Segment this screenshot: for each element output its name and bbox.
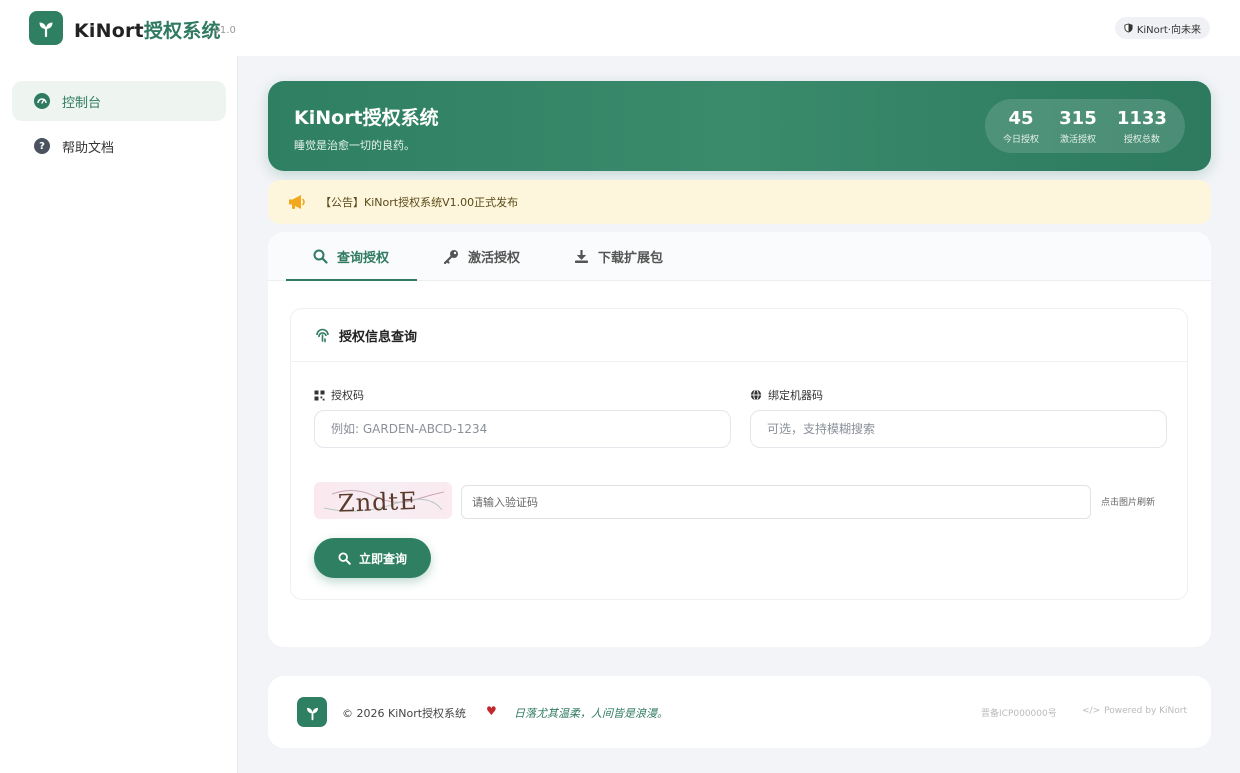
stat-label: 授权总数 xyxy=(1123,134,1160,145)
query-submit-label: 立即查询 xyxy=(358,551,407,566)
sidebar-item-label: 帮助文档 xyxy=(62,140,115,156)
stat-total: 1133 授权总数 xyxy=(1117,108,1167,145)
stat-value: 1133 xyxy=(1116,107,1167,129)
hero-title: KiNort授权系统 xyxy=(294,107,439,129)
captcha-refresh-hint: 点击图片刷新 xyxy=(1101,498,1156,508)
footer-logo-icon xyxy=(297,697,327,727)
search-icon xyxy=(338,551,351,565)
tab-query[interactable]: 查询授权 xyxy=(313,232,389,281)
hero-banner: KiNort授权系统 睡觉是治愈一切的良药。 45 今日授权 315 激活授权 … xyxy=(268,81,1211,171)
stat-value: 45 xyxy=(1008,107,1034,129)
top-badge[interactable]: KiNort·向未来 xyxy=(1114,17,1210,39)
footer-slogan: 日落尤其温柔，人间皆是浪漫。 xyxy=(514,707,668,720)
version-label: v1.0 xyxy=(214,25,236,36)
brand-title[interactable]: KiNort授权系统 xyxy=(74,16,221,43)
auth-code-input[interactable] xyxy=(314,410,731,448)
tab-label: 激活授权 xyxy=(468,251,521,266)
tab-bar: 查询授权 激活授权 下载扩展包 xyxy=(268,232,1211,281)
tab-label: 下载扩展包 xyxy=(598,251,664,266)
stats-pill: 45 今日授权 315 激活授权 1133 授权总数 xyxy=(985,99,1185,153)
stat-today: 45 今日授权 xyxy=(1003,108,1039,145)
sidebar-item-help[interactable]: ? 帮助文档 xyxy=(12,126,226,166)
search-icon xyxy=(313,249,328,264)
captcha-input[interactable] xyxy=(461,485,1091,519)
captcha-image[interactable]: ZndtE xyxy=(314,482,452,519)
auth-code-label-text: 授权码 xyxy=(331,389,364,402)
key-icon xyxy=(443,250,458,264)
top-bar: KiNort授权系统 v1.0 KiNort·向未来 xyxy=(0,0,1240,56)
fingerprint-icon xyxy=(316,328,329,342)
megaphone-icon xyxy=(289,195,305,209)
dashboard-icon xyxy=(34,93,50,109)
shield-icon xyxy=(1124,23,1133,33)
stat-label: 今日授权 xyxy=(1003,134,1040,145)
hero-subtitle: 睡觉是治愈一切的良药。 xyxy=(294,139,415,152)
logo-icon[interactable] xyxy=(29,11,63,45)
sidebar: 控制台 ? 帮助文档 xyxy=(0,56,238,773)
globe-icon xyxy=(750,389,762,401)
machine-code-label: 绑定机器码 xyxy=(750,387,823,403)
query-submit-button[interactable]: 立即查询 xyxy=(314,538,431,578)
main-card: 查询授权 激活授权 下载扩展包 授权信息查询 授权码 绑定机器码 xyxy=(268,232,1211,647)
code-icon: </> xyxy=(1082,706,1101,716)
notice-bar: 【公告】KiNort授权系统V1.00正式发布 xyxy=(268,180,1211,224)
machine-code-label-text: 绑定机器码 xyxy=(768,389,823,402)
notice-text: 【公告】KiNort授权系统V1.00正式发布 xyxy=(320,196,519,209)
footer-icp-link[interactable]: 晋备ICP000000号 xyxy=(981,706,1057,719)
auth-code-label: 授权码 xyxy=(314,387,364,403)
query-panel-header: 授权信息查询 xyxy=(291,309,1187,362)
brand-cn: 授权系统 xyxy=(143,20,221,42)
captcha-text: ZndtE xyxy=(338,487,419,518)
download-icon xyxy=(575,250,588,263)
active-tab-indicator xyxy=(286,279,417,281)
footer-powered[interactable]: </> Powered by KiNort xyxy=(1082,706,1187,716)
stat-value: 315 xyxy=(1059,107,1097,129)
stat-label: 激活授权 xyxy=(1059,134,1096,145)
sidebar-item-dashboard[interactable]: 控制台 xyxy=(12,81,226,121)
qrcode-icon xyxy=(314,390,325,400)
tab-download[interactable]: 下载扩展包 xyxy=(574,232,663,281)
stat-activated: 315 激活授权 xyxy=(1059,108,1097,145)
footer-powered-text: Powered by KiNort xyxy=(1104,706,1188,716)
tab-label: 查询授权 xyxy=(337,251,390,266)
heart-icon: ♥ xyxy=(486,704,497,718)
footer-copyright: © 2026 KiNort授权系统 xyxy=(342,707,467,720)
tab-activate[interactable]: 激活授权 xyxy=(443,232,520,281)
brand-latin: KiNort xyxy=(74,20,144,42)
help-icon: ? xyxy=(34,138,50,154)
machine-code-input[interactable] xyxy=(750,410,1167,448)
footer: © 2026 KiNort授权系统 ♥ 日落尤其温柔，人间皆是浪漫。 晋备ICP… xyxy=(268,676,1211,748)
top-badge-text: KiNort·向未来 xyxy=(1136,24,1201,36)
sidebar-item-label: 控制台 xyxy=(62,95,102,111)
query-panel: 授权信息查询 授权码 绑定机器码 ZndtE 点击图片刷新 立即查询 xyxy=(290,308,1188,600)
query-panel-title: 授权信息查询 xyxy=(339,329,418,345)
